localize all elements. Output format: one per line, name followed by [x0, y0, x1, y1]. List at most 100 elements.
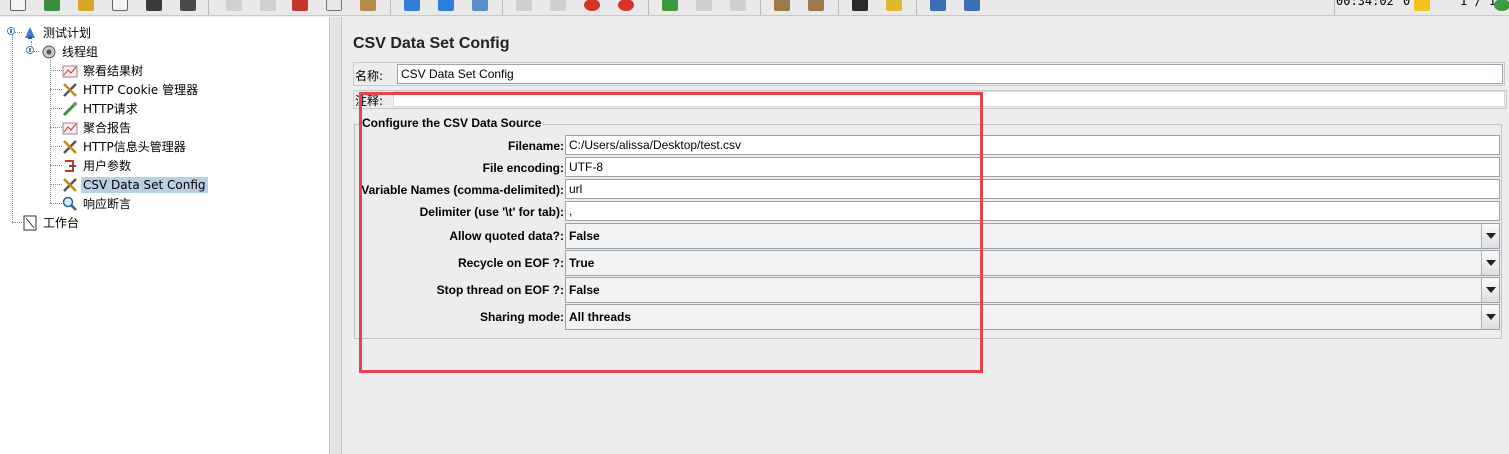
variable-names-label: Variable Names (comma-delimited): [361, 183, 564, 197]
comment-input[interactable] [393, 91, 1505, 107]
delimiter-label: Delimiter (use '\t' for tab): [419, 205, 564, 219]
tree-item-thread-group[interactable]: 线程组 [41, 42, 100, 61]
tree-item-test-plan[interactable]: 测试计划 [22, 23, 93, 42]
new-icon[interactable] [6, 0, 30, 14]
save-as-icon[interactable] [176, 0, 200, 14]
tree-item-label: HTTP请求 [83, 102, 138, 116]
start-no-pause-icon[interactable] [546, 0, 570, 14]
sharing-mode-select[interactable]: All threads [565, 304, 1500, 330]
toolbar: 00:34:02 0 1 / 1 [0, 0, 1509, 16]
tree-item-label: 察看结果树 [83, 64, 144, 78]
templates-icon[interactable] [40, 0, 64, 14]
allow-quoted-label: Allow quoted data?: [449, 229, 564, 243]
filename-input[interactable]: C:/Users/alissa/Desktop/test.csv [565, 135, 1500, 155]
cut-icon[interactable] [288, 0, 312, 14]
group-title: Configure the CSV Data Source [360, 116, 544, 130]
tree-item-header-manager[interactable]: HTTP信息头管理器 [62, 137, 188, 156]
open-icon[interactable] [74, 0, 98, 14]
search-icon[interactable] [848, 0, 872, 14]
tree-item-label: CSV Data Set Config [81, 176, 208, 193]
status-indicator-icon [1490, 0, 1509, 14]
shutdown-icon[interactable] [614, 0, 638, 14]
help-icon[interactable] [960, 0, 984, 14]
recycle-eof-label: Recycle on EOF ?: [457, 256, 564, 270]
tree-item-workbench[interactable]: 工作台 [22, 213, 81, 232]
config-panel: CSV Data Set Config 名称: CSV Data Set Con… [343, 17, 1509, 454]
file-encoding-input[interactable]: UTF-8 [565, 157, 1500, 177]
allow-quoted-select[interactable]: False [565, 223, 1500, 249]
clear-all-icon[interactable] [804, 0, 828, 14]
remote-start-icon[interactable] [658, 0, 682, 14]
tree-item-label: 工作台 [43, 216, 80, 230]
assertion-icon [62, 196, 78, 212]
variable-names-input[interactable]: url [565, 179, 1500, 199]
test-plan-icon [22, 25, 38, 41]
field-labels: Filename: File encoding: Variable Names … [354, 135, 564, 345]
chevron-down-icon[interactable] [1481, 305, 1499, 329]
undo-icon[interactable] [222, 0, 246, 14]
expand-icon[interactable] [400, 0, 424, 14]
close-icon[interactable] [108, 0, 132, 14]
listener-icon [62, 63, 78, 79]
chevron-down-icon[interactable] [1481, 278, 1499, 302]
function-helper-icon[interactable] [926, 0, 950, 14]
tree-item-label: 响应断言 [83, 197, 132, 211]
recycle-eof-select[interactable]: True [565, 250, 1500, 276]
workbench-icon [22, 215, 38, 231]
tree-item-response-assertion[interactable]: 响应断言 [62, 194, 133, 213]
tree-item-csv-data-set-config[interactable]: CSV Data Set Config [62, 175, 208, 194]
remote-shutdown-icon[interactable] [726, 0, 750, 14]
tree-item-label: 测试计划 [43, 26, 92, 40]
expand-handle-icon[interactable] [26, 46, 34, 54]
allow-quoted-value: False [569, 229, 600, 243]
warning-icon[interactable] [1410, 0, 1434, 14]
stop-thread-eof-select[interactable]: False [565, 277, 1500, 303]
sharing-mode-value: All threads [569, 310, 632, 324]
collapse-icon[interactable] [434, 0, 458, 14]
tree-item-aggregate-report[interactable]: 聚合报告 [62, 118, 133, 137]
name-label: 名称: [355, 69, 384, 83]
sharing-mode-label: Sharing mode: [479, 310, 564, 324]
chevron-down-icon[interactable] [1481, 224, 1499, 248]
listener-icon [62, 120, 78, 136]
config-icon [62, 139, 78, 155]
thread-group-icon [41, 44, 57, 60]
stop-icon[interactable] [580, 0, 604, 14]
expand-handle-icon[interactable] [7, 27, 15, 35]
toggle-icon[interactable] [468, 0, 492, 14]
tree-item-user-parameters[interactable]: 用户参数 [62, 156, 133, 175]
redo-icon[interactable] [256, 0, 280, 14]
stop-thread-eof-label: Stop thread on EOF ?: [436, 283, 564, 297]
tree-item-label: 用户参数 [83, 159, 132, 173]
pane-splitter[interactable] [331, 17, 342, 454]
save-icon[interactable] [142, 0, 166, 14]
name-input[interactable]: CSV Data Set Config [397, 64, 1503, 84]
preprocessor-icon [62, 158, 78, 174]
paste-icon[interactable] [356, 0, 380, 14]
page-title: CSV Data Set Config [353, 35, 510, 52]
config-icon [62, 177, 78, 193]
tree-item-label: HTTP Cookie 管理器 [83, 83, 199, 97]
remote-stop-icon[interactable] [692, 0, 716, 14]
stop-thread-eof-value: False [569, 283, 600, 297]
copy-icon[interactable] [322, 0, 346, 14]
comment-label: 注释: [355, 94, 384, 108]
delimiter-input[interactable]: , [565, 201, 1500, 221]
file-encoding-label: File encoding: [482, 161, 564, 175]
clear-icon[interactable] [770, 0, 794, 14]
test-plan-tree: 测试计划 线程组 察看结果树 HTTP Cookie 管理器 HTTP请求 聚合… [0, 17, 330, 454]
tree-item-view-results-tree[interactable]: 察看结果树 [62, 61, 145, 80]
chevron-down-icon[interactable] [1481, 251, 1499, 275]
recycle-eof-value: True [569, 256, 595, 270]
reset-search-icon[interactable] [882, 0, 906, 14]
sampler-icon [62, 101, 78, 117]
tree-item-label: 线程组 [62, 45, 99, 59]
tree-item-http-request[interactable]: HTTP请求 [62, 99, 140, 118]
filename-label: Filename: [507, 139, 564, 153]
tree-item-cookie-manager[interactable]: HTTP Cookie 管理器 [62, 80, 200, 99]
tree-item-label: 聚合报告 [83, 121, 132, 135]
tree-item-label: HTTP信息头管理器 [83, 140, 186, 154]
start-icon[interactable] [512, 0, 536, 14]
config-icon [62, 82, 78, 98]
elapsed-timer: 00:34:02 [1336, 0, 1394, 8]
